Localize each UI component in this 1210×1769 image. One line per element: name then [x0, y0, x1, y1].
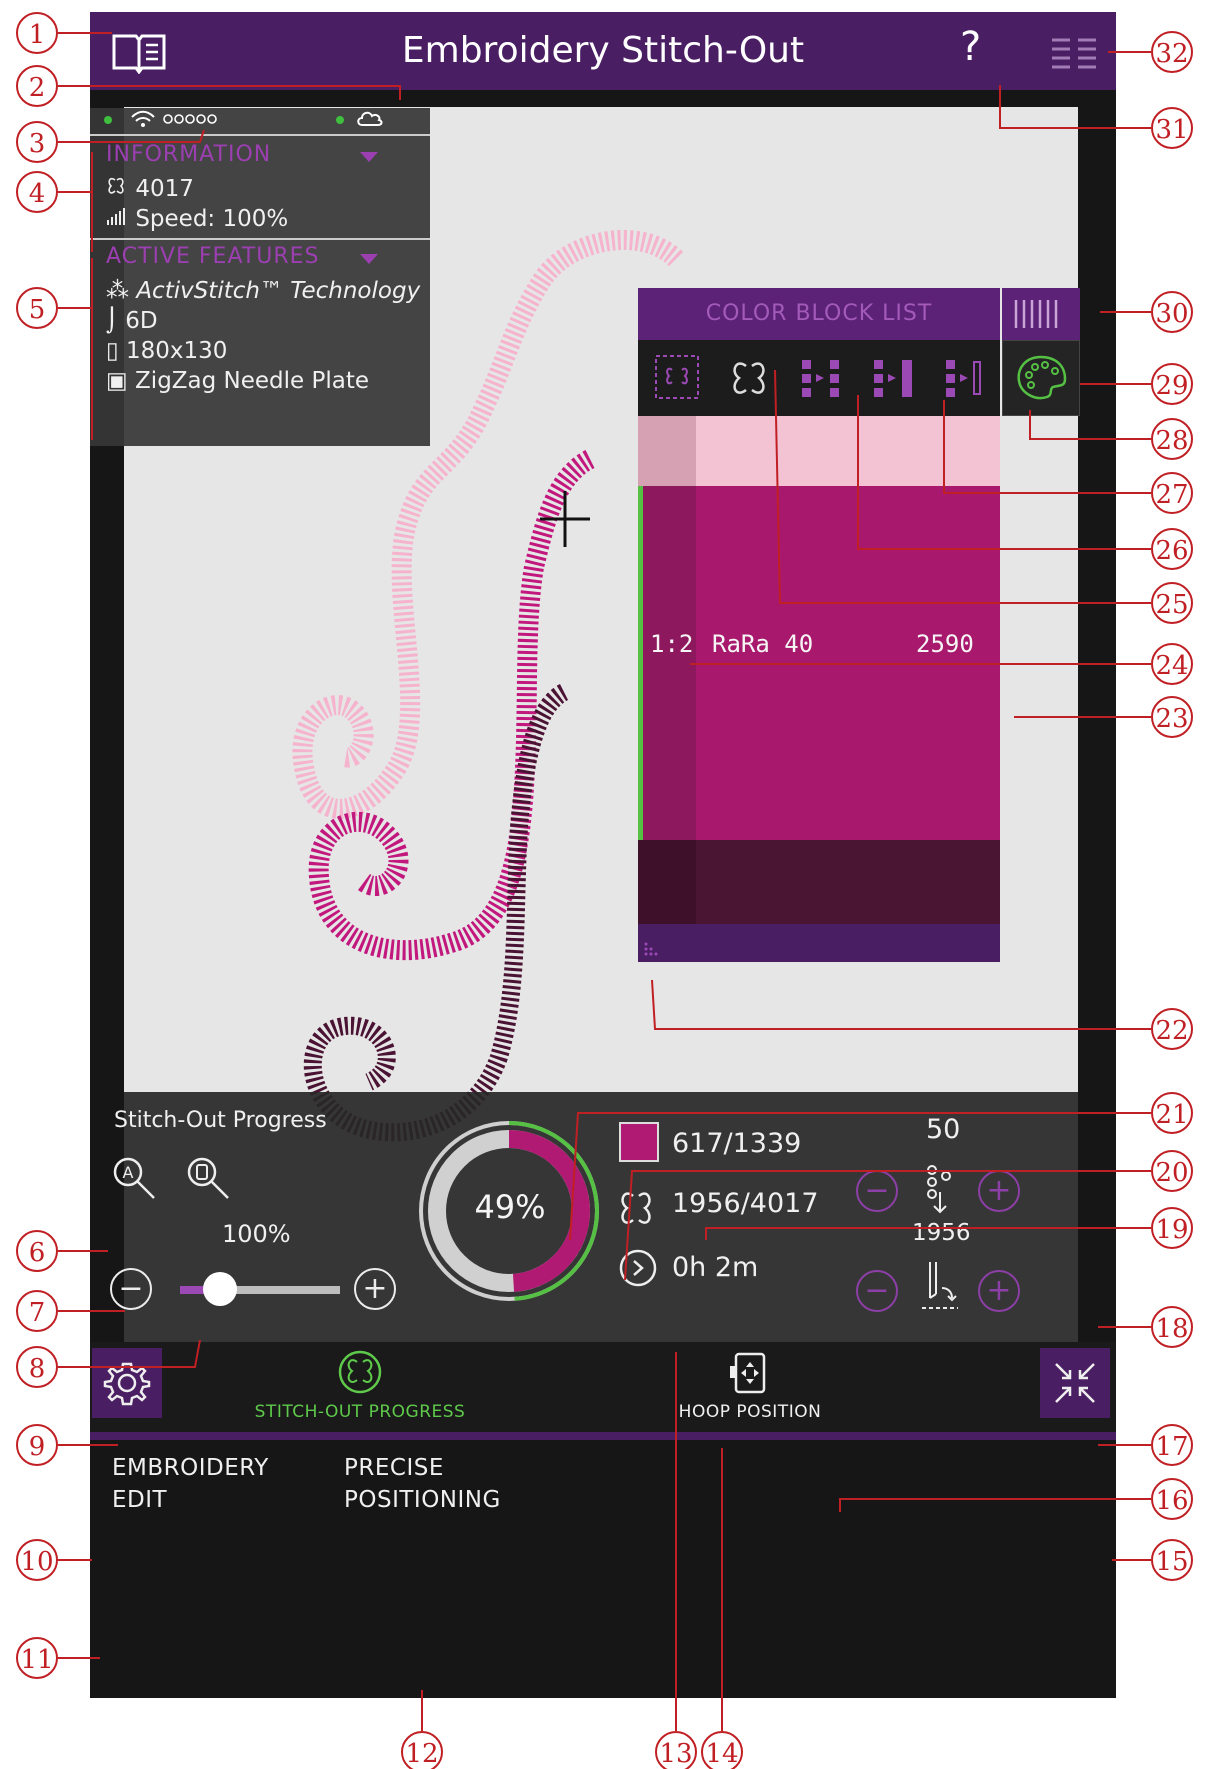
callout-6: 6: [16, 1230, 58, 1272]
callout-29: 29: [1151, 363, 1193, 405]
callout-4: 4: [16, 171, 58, 213]
callout-19: 19: [1151, 1207, 1193, 1249]
callout-22: 22: [1151, 1008, 1193, 1050]
callout-28: 28: [1151, 418, 1193, 460]
callout-5: 5: [16, 287, 58, 329]
callout-26: 26: [1151, 528, 1193, 570]
callout-16: 16: [1151, 1478, 1193, 1520]
callout-12: 12: [401, 1731, 443, 1769]
callout-30: 30: [1151, 291, 1193, 333]
callout-18: 18: [1151, 1306, 1193, 1348]
callout-27: 27: [1151, 472, 1193, 514]
callout-25: 25: [1151, 582, 1193, 624]
callout-17: 17: [1151, 1424, 1193, 1466]
callout-20: 20: [1151, 1150, 1193, 1192]
callout-8: 8: [16, 1346, 58, 1388]
callout-32: 32: [1151, 31, 1193, 73]
callout-lines: [58, 32, 1151, 1731]
callout-1: 1: [16, 12, 58, 54]
callout-23: 23: [1151, 696, 1193, 738]
callout-10: 10: [16, 1539, 58, 1581]
callout-3: 3: [16, 121, 58, 163]
callout-2: 2: [16, 65, 58, 107]
callout-7: 7: [16, 1290, 58, 1332]
callout-21: 21: [1151, 1092, 1193, 1134]
callout-31: 31: [1151, 107, 1193, 149]
callout-14: 14: [701, 1731, 743, 1769]
callout-15: 15: [1151, 1539, 1193, 1581]
callout-11: 11: [16, 1637, 58, 1679]
callout-9: 9: [16, 1424, 58, 1466]
callout-24: 24: [1151, 643, 1193, 685]
callout-13: 13: [655, 1731, 697, 1769]
